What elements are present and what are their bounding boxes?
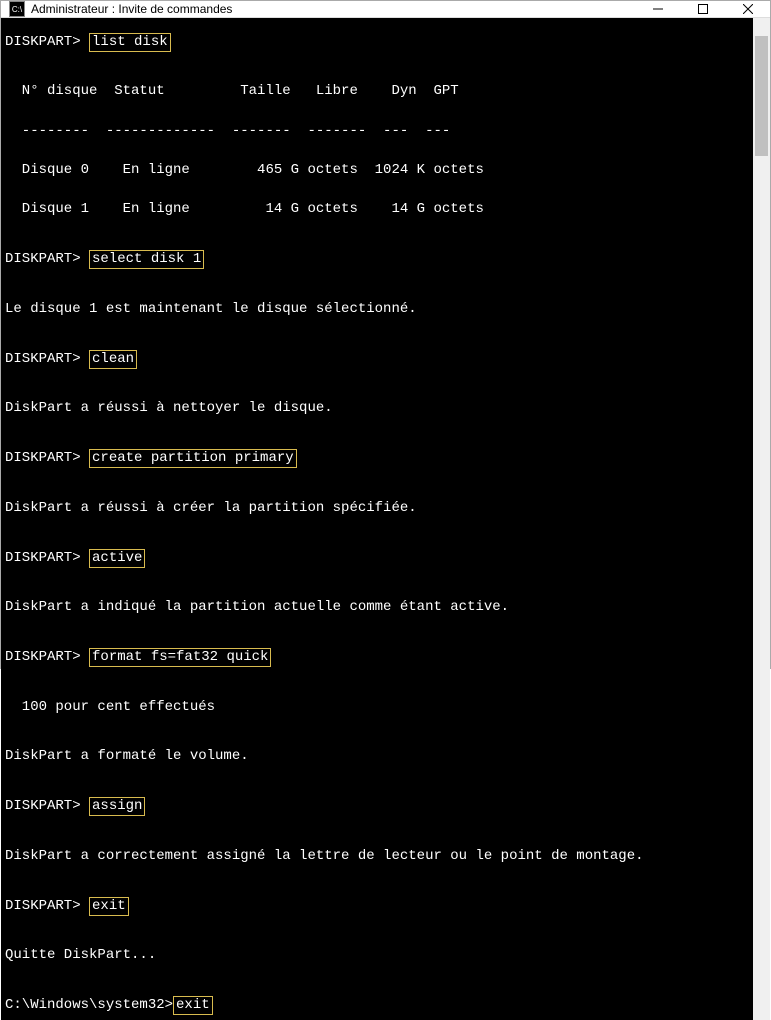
cmd-format: format fs=fat32 quick xyxy=(89,648,271,667)
cmd-assign: assign xyxy=(89,797,145,816)
titlebar[interactable]: C:\ Administrateur : Invite de commandes xyxy=(1,1,770,18)
output-text: 100 pour cent effectués xyxy=(5,698,749,718)
prompt: DISKPART> xyxy=(5,649,89,665)
prompt: DISKPART> xyxy=(5,550,89,566)
close-button[interactable] xyxy=(725,1,770,17)
maximize-button[interactable] xyxy=(680,1,725,17)
window-controls xyxy=(635,1,770,17)
minimize-button[interactable] xyxy=(635,1,680,17)
terminal-area: DISKPART> list disk N° disque Statut Tai… xyxy=(1,18,770,1020)
scrollbar-thumb[interactable] xyxy=(755,36,768,156)
output-text: Le disque 1 est maintenant le disque sél… xyxy=(5,300,749,320)
output-text: DiskPart a formaté le volume. xyxy=(5,747,749,767)
vertical-scrollbar[interactable] xyxy=(753,18,770,1020)
prompt: DISKPART> xyxy=(5,798,89,814)
output-text: DiskPart a réussi à créer la partition s… xyxy=(5,499,749,519)
cmd-create-partition: create partition primary xyxy=(89,449,297,468)
prompt: DISKPART> xyxy=(5,34,89,50)
app-icon: C:\ xyxy=(9,1,25,17)
output-text: DiskPart a correctement assigné la lettr… xyxy=(5,847,749,867)
cmd-list-disk: list disk xyxy=(89,33,171,52)
prompt: DISKPART> xyxy=(5,351,89,367)
prompt: DISKPART> xyxy=(5,898,89,914)
table-row: Disque 1 En ligne 14 G octets 14 G octet… xyxy=(5,200,749,220)
cmd-active: active xyxy=(89,549,145,568)
cmd-exit: exit xyxy=(173,996,213,1015)
output-text: DiskPart a indiqué la partition actuelle… xyxy=(5,598,749,618)
window-title: Administrateur : Invite de commandes xyxy=(31,2,635,16)
output-text: DiskPart a réussi à nettoyer le disque. xyxy=(5,399,749,419)
cmd-select-disk: select disk 1 xyxy=(89,250,204,269)
output-text: Quitte DiskPart... xyxy=(5,946,749,966)
prompt-system32: C:\Windows\system32> xyxy=(5,997,173,1013)
table-header: N° disque Statut Taille Libre Dyn GPT xyxy=(5,82,749,102)
prompt: DISKPART> xyxy=(5,450,89,466)
prompt: DISKPART> xyxy=(5,251,89,267)
table-row: Disque 0 En ligne 465 G octets 1024 K oc… xyxy=(5,161,749,181)
cmd-clean: clean xyxy=(89,350,137,369)
command-prompt-window: C:\ Administrateur : Invite de commandes… xyxy=(0,0,771,669)
cmd-exit: exit xyxy=(89,897,129,916)
table-separator: -------- ------------- ------- ------- -… xyxy=(5,122,749,142)
terminal-output[interactable]: DISKPART> list disk N° disque Statut Tai… xyxy=(1,18,753,1020)
